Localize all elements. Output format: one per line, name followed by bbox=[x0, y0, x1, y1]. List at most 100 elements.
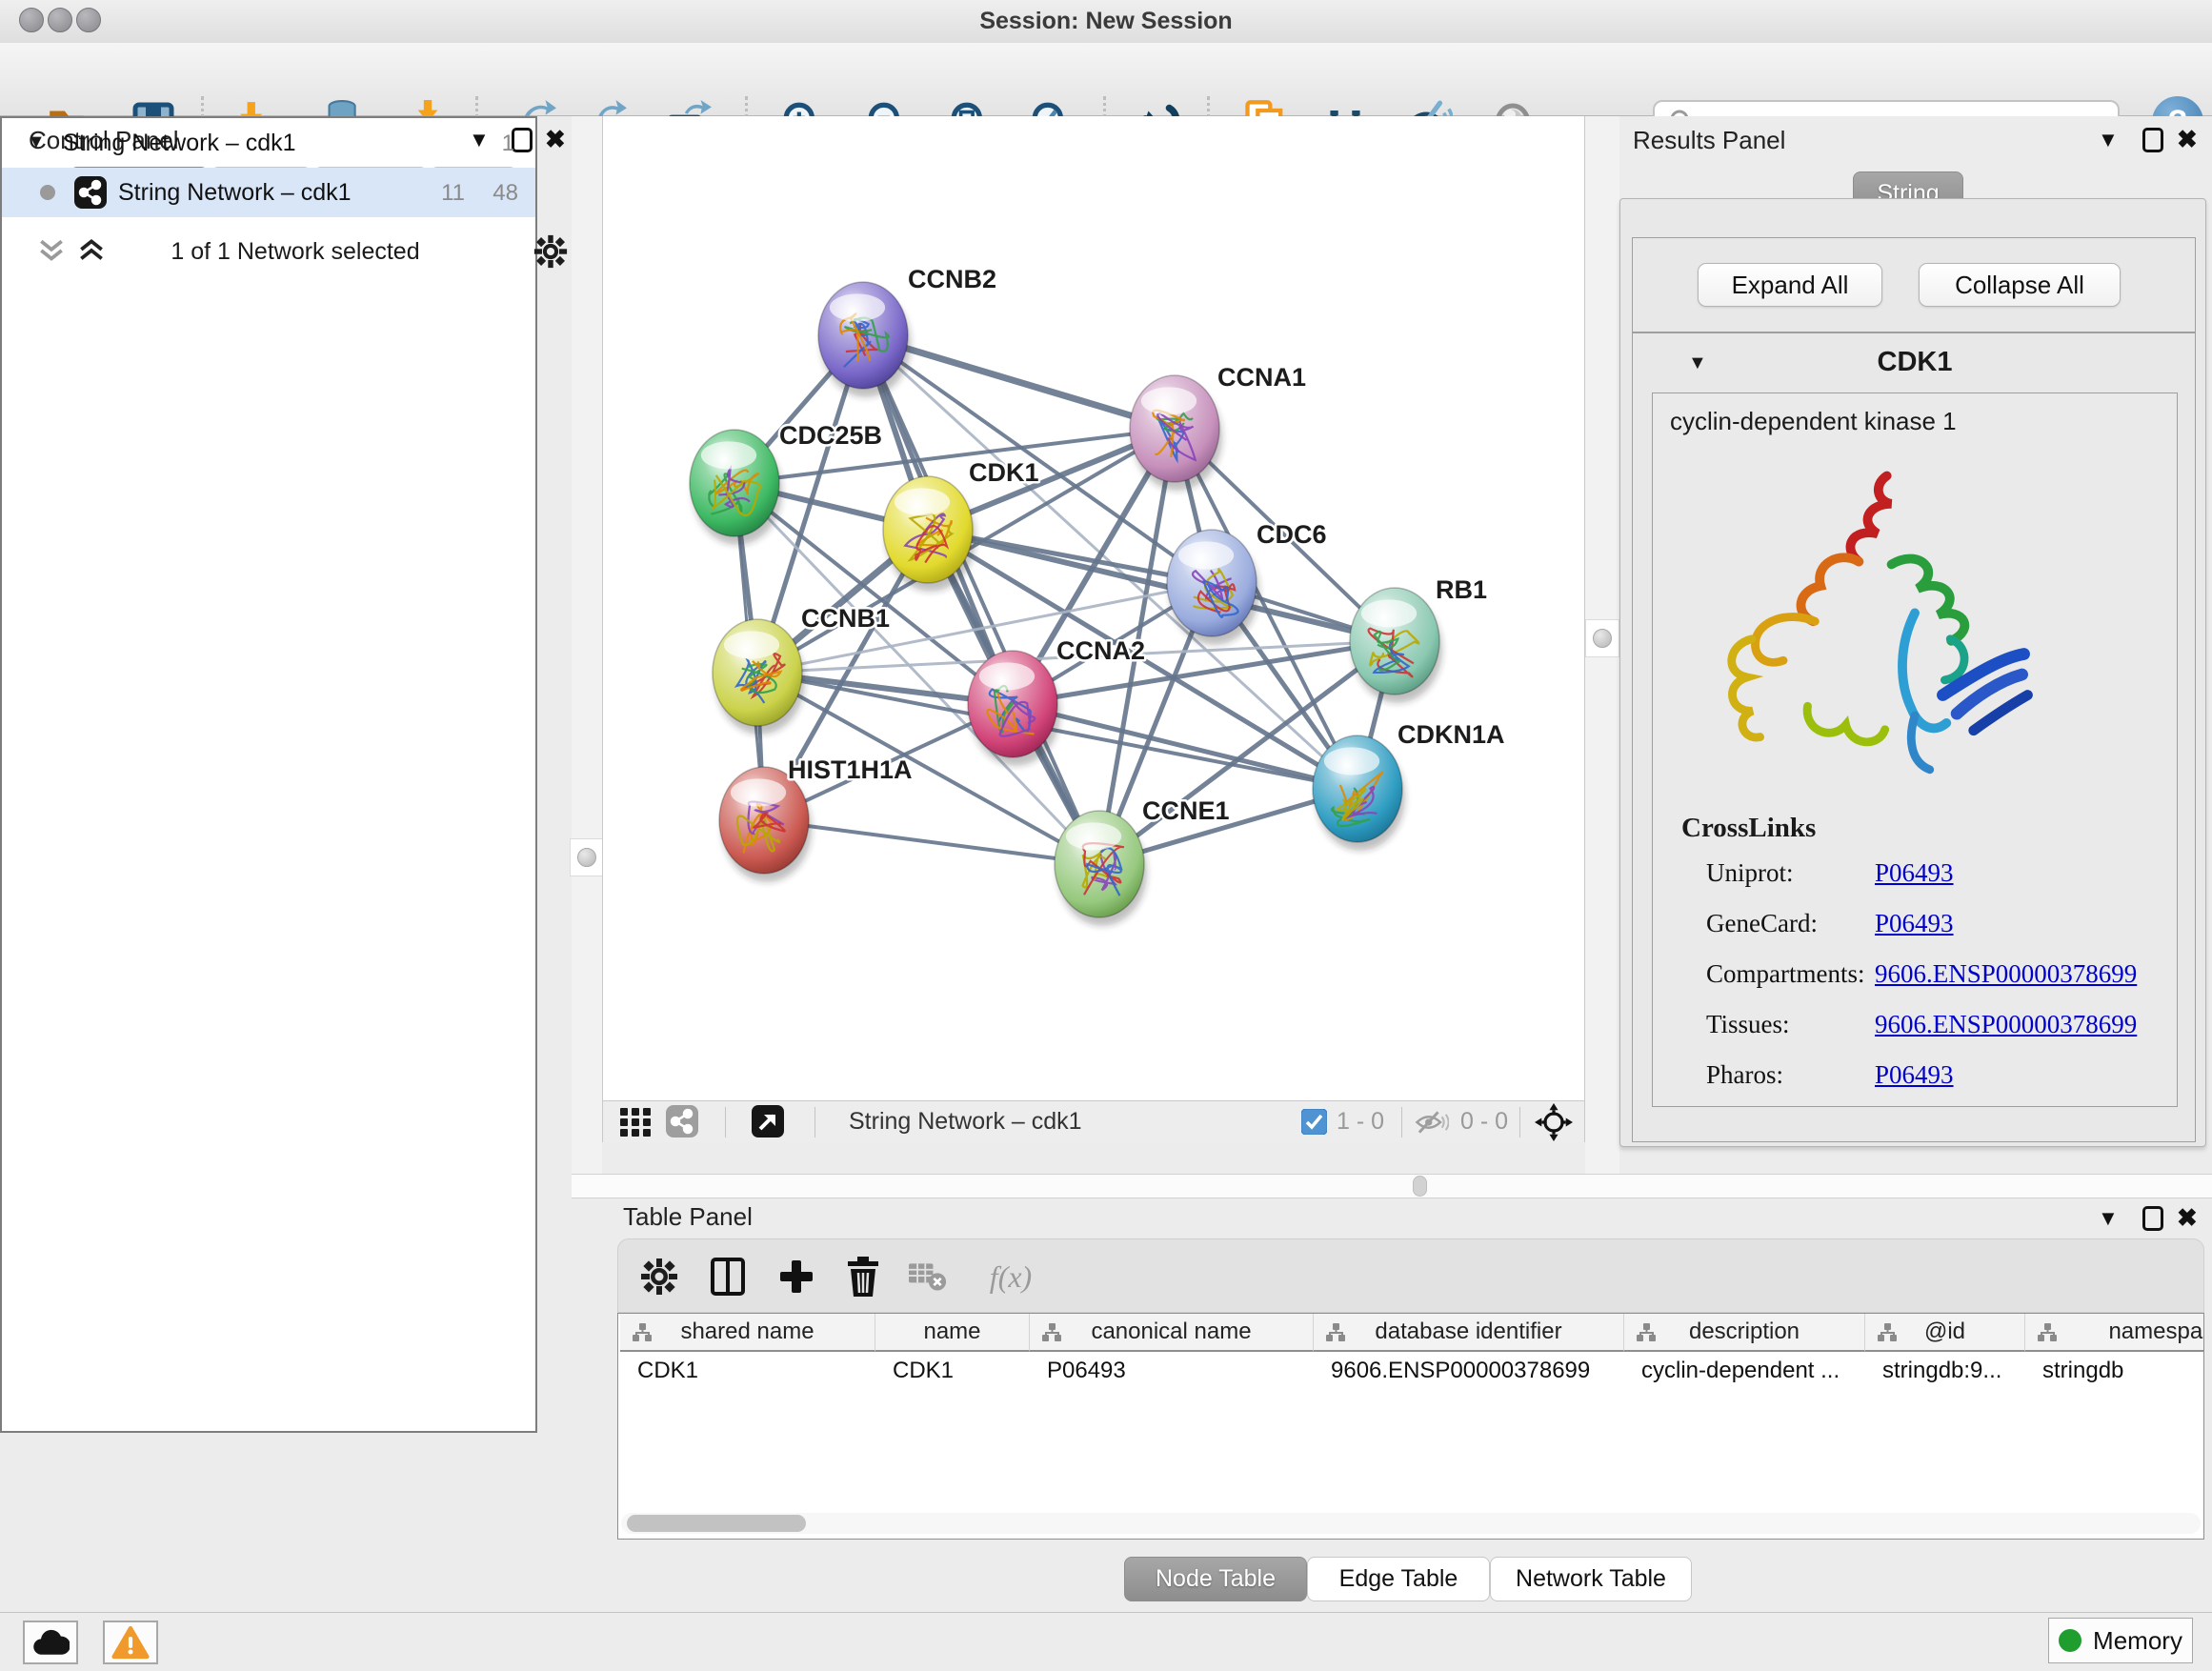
node-cdk1[interactable] bbox=[883, 476, 975, 592]
table-horizontal-scrollbar[interactable] bbox=[621, 1513, 2201, 1534]
delete-table-button[interactable] bbox=[904, 1253, 952, 1300]
node-label-ccnb1: CCNB1 bbox=[801, 604, 890, 633]
tab-node-table[interactable]: Node Table bbox=[1124, 1557, 1307, 1601]
node-label-hist1h1a: HIST1H1A bbox=[788, 755, 913, 784]
status-bar: Memory bbox=[0, 1612, 2212, 1671]
open-view-icon[interactable] bbox=[752, 1105, 784, 1137]
node-label-ccnb2: CCNB2 bbox=[908, 265, 996, 293]
splitter-dot-icon bbox=[1593, 629, 1612, 648]
delete-column-button[interactable] bbox=[839, 1253, 887, 1300]
table-cell[interactable]: cyclin-dependent ... bbox=[1624, 1354, 1865, 1388]
results-panel-title: Results Panel bbox=[1633, 126, 1785, 155]
window-title: Session: New Session bbox=[0, 0, 2212, 43]
tree-expander-icon[interactable]: ▼ bbox=[27, 131, 46, 153]
crosslink-label: GeneCard: bbox=[1706, 909, 1818, 938]
crosslink-value-link[interactable]: P06493 bbox=[1875, 1060, 1954, 1090]
results-panel-float-icon[interactable] bbox=[2142, 128, 2163, 152]
column-header-name[interactable]: name bbox=[875, 1314, 1030, 1352]
node-ccne1[interactable] bbox=[1055, 811, 1147, 926]
results-panel-collapse-icon[interactable]: ▼ bbox=[2098, 128, 2119, 152]
node-ccnb1[interactable] bbox=[713, 619, 805, 735]
table-cell[interactable]: stringdb:9... bbox=[1865, 1354, 2025, 1388]
node-cdkn1a[interactable] bbox=[1313, 735, 1405, 851]
network-canvas[interactable]: CCNB2CCNA1CDC25BCDK1CDC6RB1CCNB1CCNA2CDK… bbox=[602, 116, 1585, 1100]
selected-count: 1 - 0 bbox=[1337, 1108, 1384, 1136]
crosslink-label: Uniprot: bbox=[1706, 858, 1794, 888]
network-edge-count: 48 bbox=[493, 180, 518, 207]
horizontal-splitter[interactable] bbox=[572, 1174, 2212, 1198]
column-header-canonical-name[interactable]: canonical name bbox=[1030, 1314, 1314, 1352]
network-edges[interactable] bbox=[734, 335, 1395, 864]
warning-status-button[interactable] bbox=[103, 1621, 158, 1664]
column-header-description[interactable]: description bbox=[1624, 1314, 1865, 1352]
fit-content-crosshair-icon[interactable] bbox=[1535, 1103, 1573, 1141]
crosslink-value-link[interactable]: P06493 bbox=[1875, 909, 1954, 938]
table-options-button[interactable] bbox=[635, 1253, 683, 1300]
grid-view-icon[interactable] bbox=[620, 1108, 653, 1137]
window-titlebar: Session: New Session bbox=[0, 0, 2212, 43]
column-header--id[interactable]: @id bbox=[1865, 1314, 2025, 1352]
node-rb1[interactable] bbox=[1350, 588, 1442, 703]
fx-icon: f(x) bbox=[990, 1259, 1032, 1295]
right-splitter-handle[interactable] bbox=[1585, 619, 1619, 657]
column-header-database-identifier[interactable]: database identifier bbox=[1314, 1314, 1624, 1352]
tab-edge-table[interactable]: Edge Table bbox=[1307, 1557, 1490, 1601]
network-options-gear-icon[interactable] bbox=[533, 234, 568, 269]
left-splitter-handle[interactable] bbox=[570, 838, 604, 876]
crosslink-row: Uniprot: P06493 bbox=[1653, 858, 2179, 909]
network-view-share-icon[interactable] bbox=[666, 1105, 698, 1137]
column-header-shared-name[interactable]: shared name bbox=[620, 1314, 875, 1352]
table-gear-icon bbox=[640, 1258, 678, 1296]
crosslink-value-link[interactable]: 9606.ENSP00000378699 bbox=[1875, 959, 2137, 989]
control-panel-close-icon[interactable]: ✖ bbox=[545, 127, 566, 151]
columns-icon bbox=[710, 1257, 746, 1297]
toolbar-separator bbox=[725, 1107, 726, 1137]
crosslink-row: Pharos:P06493 bbox=[1653, 1060, 2179, 1111]
node-ccna1[interactable] bbox=[1130, 375, 1222, 491]
node-cdc25b[interactable] bbox=[690, 430, 782, 545]
node-label-cdk1: CDK1 bbox=[969, 458, 1039, 487]
table-scrollbar-thumb[interactable] bbox=[627, 1515, 806, 1532]
node-ccna2[interactable] bbox=[968, 651, 1060, 766]
function-builder-button[interactable]: f(x) bbox=[973, 1253, 1049, 1300]
table-cell[interactable]: 9606.ENSP00000378699 bbox=[1314, 1354, 1624, 1388]
expand-all-button[interactable]: Expand All bbox=[1698, 263, 1882, 307]
control-panel: Control Panel ▼ ✖ NetworkStyleSelectSets… bbox=[0, 116, 572, 1612]
crosslink-value-link[interactable]: P06493 bbox=[1875, 858, 1954, 888]
network-selection-status: 1 of 1 Network selected bbox=[27, 238, 564, 266]
show-columns-button[interactable] bbox=[704, 1253, 752, 1300]
right-splitter[interactable] bbox=[1585, 116, 1619, 1174]
results-panel-close-icon[interactable]: ✖ bbox=[2177, 127, 2198, 151]
table-cell[interactable]: CDK1 bbox=[620, 1354, 875, 1388]
table-cell[interactable]: P06493 bbox=[1030, 1354, 1314, 1388]
network-graph[interactable]: CCNB2CCNA1CDC25BCDK1CDC6RB1CCNB1CCNA2CDK… bbox=[603, 116, 1584, 1098]
results-buttons-box: Expand All Collapse All bbox=[1632, 237, 2196, 332]
selected-nodes-checkbox-icon[interactable] bbox=[1301, 1109, 1327, 1135]
column-network-icon bbox=[1325, 1322, 1346, 1343]
crosslink-value-link[interactable]: 9606.ENSP00000378699 bbox=[1875, 1010, 2137, 1039]
memory-button[interactable]: Memory bbox=[2048, 1618, 2193, 1663]
tab-network-table[interactable]: Network Table bbox=[1490, 1557, 1692, 1601]
left-splitter[interactable] bbox=[572, 116, 602, 1174]
create-column-button[interactable] bbox=[773, 1253, 820, 1300]
table-panel-collapse-icon[interactable]: ▼ bbox=[2098, 1206, 2119, 1231]
table-panel-float-icon[interactable] bbox=[2142, 1206, 2163, 1231]
protein-description: cyclin-dependent kinase 1 bbox=[1670, 407, 1957, 436]
collapse-all-button[interactable]: Collapse All bbox=[1919, 263, 2121, 307]
node-ccnb2[interactable] bbox=[818, 282, 911, 397]
node-label-cdkn1a: CDKN1A bbox=[1398, 720, 1505, 749]
node-table[interactable]: shared namenamecanonical namedatabase id… bbox=[617, 1313, 2204, 1540]
network-collection-row[interactable]: ▼ String Network – cdk1 1 bbox=[2, 118, 535, 168]
table-panel-close-icon[interactable]: ✖ bbox=[2177, 1205, 2198, 1230]
network-row-selected[interactable]: String Network – cdk1 11 48 bbox=[2, 168, 535, 217]
node-label-ccne1: CCNE1 bbox=[1142, 796, 1230, 825]
horizontal-splitter-handle[interactable] bbox=[1413, 1176, 1427, 1197]
table-cell[interactable]: stringdb bbox=[2025, 1354, 2204, 1388]
table-toolbar: f(x) bbox=[617, 1238, 2204, 1313]
table-cell[interactable]: CDK1 bbox=[875, 1354, 1030, 1388]
column-header-namespace[interactable]: namespace bbox=[2025, 1314, 2204, 1352]
node-hist1h1a[interactable] bbox=[719, 767, 812, 882]
cloud-status-button[interactable] bbox=[23, 1621, 78, 1664]
network-node-count: 11 bbox=[441, 180, 465, 207]
trash-icon bbox=[846, 1257, 880, 1297]
